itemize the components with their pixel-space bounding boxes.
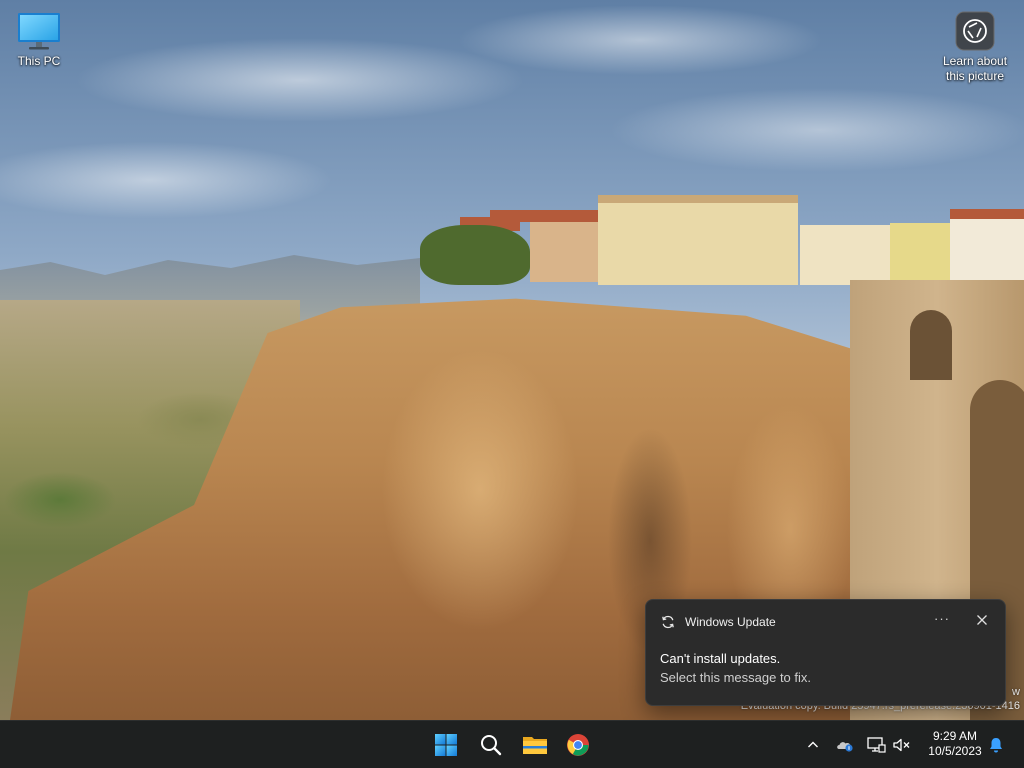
folder-icon [522,733,548,757]
camera-lens-icon [955,11,995,51]
chevron-up-icon [806,738,820,752]
notification-center-button[interactable] [984,731,1008,759]
clock[interactable]: 9:29 AM 10/5/2023 [920,729,990,759]
bell-icon [987,736,1005,754]
close-button[interactable] [971,609,993,631]
start-button[interactable] [426,725,466,765]
network-button[interactable] [864,731,888,759]
chrome-button[interactable] [558,725,598,765]
monitor-icon [17,11,61,51]
toast-header: Windows Update [660,613,776,631]
toast-body: Select this message to fix. [660,670,812,685]
desktop-icon-label: This PC [17,54,61,68]
search-button[interactable] [471,725,511,765]
search-icon [479,733,503,757]
wallpaper-town [420,195,1024,290]
volume-muted-icon [892,736,912,754]
close-icon [971,609,993,636]
onedrive-icon [835,737,855,753]
more-options-button[interactable]: ··· [931,609,953,631]
desktop-icon-label: Learn about this picture [942,54,1008,83]
desktop-icon-learn-about-picture[interactable]: Learn about this picture [937,11,1013,84]
onedrive-button[interactable] [833,731,857,759]
refresh-icon [660,614,676,630]
desktop-icon-this-pc[interactable]: This PC [3,11,75,69]
windows-update-toast[interactable]: Windows Update ··· Can't install updates… [645,599,1006,706]
clock-date: 10/5/2023 [928,744,982,758]
volume-button[interactable] [890,731,914,759]
show-hidden-icons-button[interactable] [801,731,825,759]
clock-time: 9:29 AM [932,729,978,743]
network-icon [866,736,886,754]
toast-title: Can't install updates. [660,651,781,666]
chrome-icon [566,733,590,757]
file-explorer-button[interactable] [515,725,555,765]
windows-logo-icon [434,733,458,757]
watermark-line-1: w [1012,686,1020,698]
toast-app-name: Windows Update [685,615,776,629]
taskbar: 9:29 AM 10/5/2023 [0,720,1024,768]
